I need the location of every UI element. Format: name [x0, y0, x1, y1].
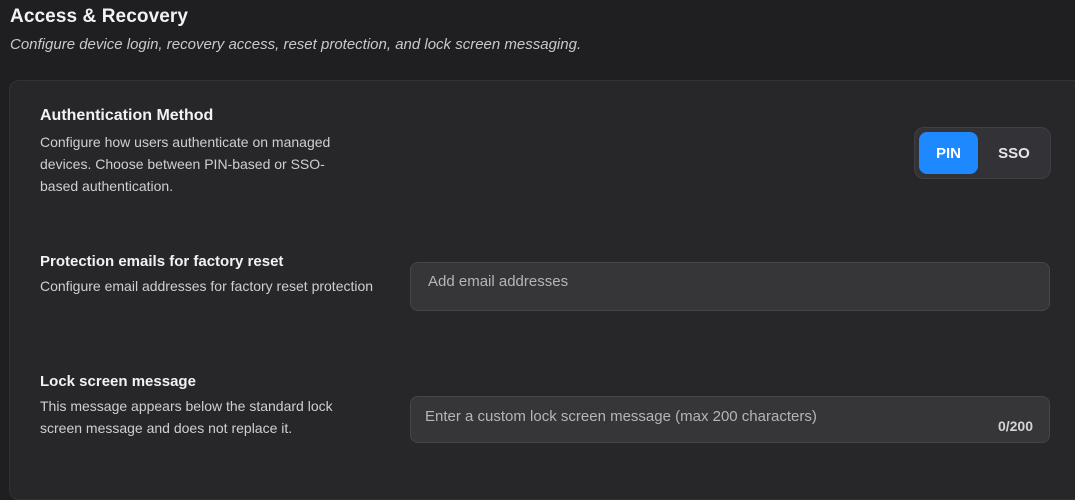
protection-emails-description: Configure email addresses for factory re… [40, 278, 374, 294]
pin-option-button[interactable]: PIN [919, 132, 978, 174]
page-title: Access & Recovery [10, 6, 189, 27]
lock-screen-placeholder: Enter a custom lock screen message (max … [425, 408, 817, 425]
lock-screen-title: Lock screen message [40, 373, 196, 390]
sso-option-button[interactable]: SSO [982, 132, 1046, 174]
protection-emails-placeholder: Add email addresses [428, 273, 569, 290]
page-subtitle: Configure device login, recovery access,… [10, 36, 582, 53]
auth-method-description: Configure how users authenticate on mana… [40, 134, 331, 194]
auth-method-toggle: PIN SSO [914, 127, 1051, 179]
character-counter: 0/200 [997, 418, 1033, 434]
auth-method-title: Authentication Method [40, 107, 214, 124]
settings-card: Authentication Method Configure how user… [9, 80, 1075, 500]
lock-screen-message-input[interactable]: Enter a custom lock screen message (max … [410, 396, 1050, 443]
protection-emails-input[interactable]: Add email addresses [410, 262, 1050, 311]
lock-screen-description: This message appears below the standard … [40, 398, 333, 436]
auth-method-section: Authentication Method Configure how user… [40, 107, 1050, 197]
page-header: Access & Recovery Configure device login… [10, 6, 581, 53]
